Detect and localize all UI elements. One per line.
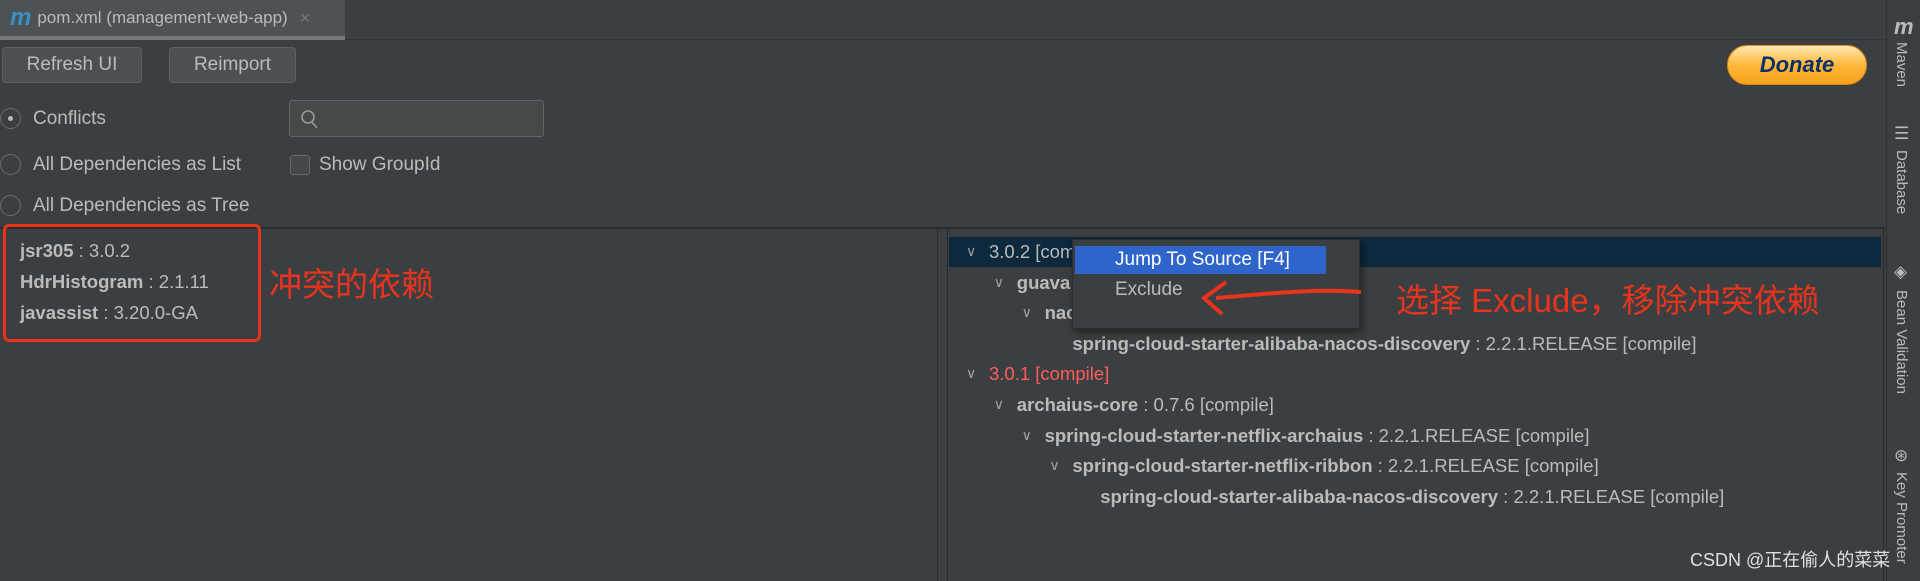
annotation-arrow bbox=[1200, 280, 1362, 316]
maven-icon: m bbox=[1894, 14, 1914, 39]
show-groupid-label: Show GroupId bbox=[319, 154, 441, 175]
key-promoter-icon: ⊛ bbox=[1894, 446, 1909, 465]
maven-m-icon: m bbox=[10, 4, 32, 31]
tree-radio[interactable] bbox=[0, 195, 21, 216]
tree-node[interactable]: spring-cloud-starter-alibaba-nacos-disco… bbox=[1072, 333, 1696, 355]
annotation-right: 选择 Exclude，移除冲突依赖 bbox=[1396, 282, 1820, 319]
tree-node[interactable]: archaius-core : 0.7.6 [compile] bbox=[1017, 394, 1274, 416]
database-icon: ☰ bbox=[1894, 124, 1910, 143]
sidebar-key-promoter[interactable]: Key Promoter bbox=[1893, 472, 1910, 564]
artifact-version: : 0.7.6 [compile] bbox=[1138, 394, 1274, 415]
conflicts-radio[interactable] bbox=[0, 108, 21, 129]
list-label: All Dependencies as List bbox=[33, 154, 242, 175]
chevron-down-icon[interactable]: ∨ bbox=[1022, 427, 1032, 444]
reimport-button[interactable]: Reimport bbox=[169, 47, 296, 83]
close-icon[interactable]: × bbox=[300, 8, 311, 29]
tree-node[interactable]: spring-cloud-starter-netflix-ribbon : 2.… bbox=[1072, 455, 1598, 477]
refresh-ui-button[interactable]: Refresh UI bbox=[2, 47, 142, 83]
right-tool-sidebar: m Maven ☰ Database ◈ Bean Validation ⊛ K… bbox=[1886, 0, 1920, 581]
show-groupid-checkbox[interactable] bbox=[290, 155, 310, 175]
annotation-box bbox=[3, 224, 261, 342]
conflicts-label: Conflicts bbox=[33, 108, 106, 129]
artifact-name: archaius-core bbox=[1016, 394, 1139, 415]
tab-pom-xml[interactable]: m pom.xml (management-web-app) × bbox=[0, 0, 345, 40]
annotation-left: 冲突的依赖 bbox=[269, 266, 434, 303]
search-input[interactable] bbox=[289, 100, 544, 137]
sidebar-database[interactable]: Database bbox=[1893, 150, 1910, 214]
tab-title: pom.xml (management-web-app) bbox=[37, 8, 288, 27]
watermark: CSDN @正在偷人的菜菜 bbox=[1690, 550, 1891, 570]
artifact-version: : 2.2.1.RELEASE [compile] bbox=[1372, 455, 1599, 477]
sidebar-bean-validation[interactable]: Bean Validation bbox=[1893, 290, 1910, 394]
chevron-down-icon[interactable]: ∨ bbox=[966, 243, 976, 260]
bean-validation-icon: ◈ bbox=[1894, 262, 1908, 281]
donate-button[interactable]: Donate bbox=[1727, 45, 1867, 85]
menu-item-jump-to-source[interactable]: Jump To Source [F4] bbox=[1075, 246, 1326, 274]
chevron-down-icon[interactable]: ∨ bbox=[1049, 457, 1059, 474]
tree-label: All Dependencies as Tree bbox=[33, 195, 250, 216]
chevron-down-icon[interactable]: ∨ bbox=[994, 274, 1004, 291]
sidebar-maven[interactable]: Maven bbox=[1893, 42, 1910, 87]
chevron-down-icon[interactable]: ∨ bbox=[994, 396, 1004, 413]
artifact-version: : 2.2.1.RELEASE [compile] bbox=[1363, 424, 1590, 446]
tree-node[interactable]: 3.0.1 [compile] bbox=[989, 363, 1109, 385]
tree-node[interactable]: spring-cloud-starter-netflix-archaius : … bbox=[1045, 425, 1590, 447]
search-icon bbox=[301, 110, 318, 129]
artifact-name: spring-cloud-starter-netflix-archaius bbox=[1044, 424, 1364, 446]
artifact-name: spring-cloud-starter-alibaba-nacos-disco… bbox=[1100, 485, 1499, 507]
chevron-down-icon[interactable]: ∨ bbox=[1022, 304, 1032, 321]
artifact-name: spring-cloud-starter-netflix-ribbon bbox=[1072, 455, 1373, 477]
artifact-version: : 2.2.1.RELEASE [compile] bbox=[1498, 485, 1725, 507]
list-radio[interactable] bbox=[0, 154, 21, 175]
artifact-name: spring-cloud-starter-alibaba-nacos-disco… bbox=[1072, 332, 1471, 354]
artifact-name: guava bbox=[1016, 271, 1071, 293]
artifact-version: : 2.2.1.RELEASE [compile] bbox=[1470, 332, 1697, 354]
chevron-down-icon[interactable]: ∨ bbox=[966, 365, 976, 382]
artifact-version: 3.0.1 [compile] bbox=[989, 363, 1110, 385]
tree-node[interactable]: spring-cloud-starter-alibaba-nacos-disco… bbox=[1100, 486, 1724, 508]
